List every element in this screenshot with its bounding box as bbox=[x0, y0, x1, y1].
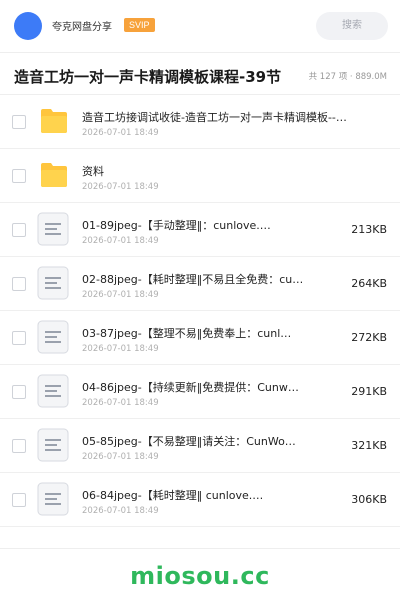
select-checkbox[interactable] bbox=[12, 277, 26, 291]
item-name: 04-86jpeg-【持续更新‖免费提供：Cunw… bbox=[82, 381, 299, 394]
item-size: 291KB bbox=[351, 385, 387, 398]
item-size: 264KB bbox=[351, 277, 387, 290]
list-item[interactable]: 资料 2026-07-01 18:49 bbox=[0, 149, 400, 203]
list-item[interactable]: 04-86jpeg-【持续更新‖免费提供：Cunw… 2026-07-01 18… bbox=[0, 365, 400, 419]
header: 夸克网盘分享 SVIP 搜索 bbox=[0, 0, 400, 52]
item-name: 02-88jpeg-【耗时整理‖不易且全免费：cu… bbox=[82, 273, 304, 286]
item-name: 01-89jpeg-【手动整理‖：cunlove.… bbox=[82, 219, 271, 232]
list-item[interactable]: 造音工坊接调试收徒-造音工坊一对一声卡精调模板--… 2026-07-01 18… bbox=[0, 95, 400, 149]
document-icon bbox=[37, 428, 69, 462]
list-item[interactable]: 02-88jpeg-【耗时整理‖不易且全免费：cu… 2026-07-01 18… bbox=[0, 257, 400, 311]
item-date: 2026-07-01 18:49 bbox=[82, 344, 159, 354]
item-name: 造音工坊接调试收徒-造音工坊一对一声卡精调模板--… bbox=[82, 111, 347, 124]
list-item[interactable]: 01-89jpeg-【手动整理‖：cunlove.… 2026-07-01 18… bbox=[0, 203, 400, 257]
item-size: 321KB bbox=[351, 439, 387, 452]
item-date: 2026-07-01 18:49 bbox=[82, 398, 159, 408]
list-item[interactable]: 05-85jpeg-【不易整理‖请关注：CunWo… 2026-07-01 18… bbox=[0, 419, 400, 473]
file-list: 造音工坊接调试收徒-造音工坊一对一声卡精调模板--… 2026-07-01 18… bbox=[0, 95, 400, 527]
item-name: 05-85jpeg-【不易整理‖请关注：CunWo… bbox=[82, 435, 296, 448]
document-icon bbox=[37, 320, 69, 354]
list-item[interactable]: 03-87jpeg-【整理不易‖免费奉上：cunl… 2026-07-01 18… bbox=[0, 311, 400, 365]
title-bar: 造音工坊一对一声卡精调模板课程-39节 共 127 项 · 889.0M bbox=[0, 60, 400, 94]
select-checkbox[interactable] bbox=[12, 493, 26, 507]
search-button[interactable]: 搜索 bbox=[316, 12, 388, 40]
item-date: 2026-07-01 18:49 bbox=[82, 128, 159, 138]
page-title: 造音工坊一对一声卡精调模板课程-39节 bbox=[14, 68, 282, 86]
header-divider bbox=[0, 52, 400, 53]
item-size: 272KB bbox=[351, 331, 387, 344]
item-date: 2026-07-01 18:49 bbox=[82, 506, 159, 516]
item-date: 2026-07-01 18:49 bbox=[82, 290, 159, 300]
footer-divider bbox=[0, 548, 400, 549]
select-checkbox[interactable] bbox=[12, 223, 26, 237]
document-icon bbox=[37, 212, 69, 246]
share-name: 夸克网盘分享 bbox=[52, 22, 112, 33]
select-checkbox[interactable] bbox=[12, 115, 26, 129]
item-count: 共 127 项 · 889.0M bbox=[308, 72, 387, 82]
item-date: 2026-07-01 18:49 bbox=[82, 182, 159, 192]
avatar[interactable] bbox=[14, 12, 42, 40]
item-size: 306KB bbox=[351, 493, 387, 506]
document-icon bbox=[37, 482, 69, 516]
select-checkbox[interactable] bbox=[12, 439, 26, 453]
select-checkbox[interactable] bbox=[12, 385, 26, 399]
select-checkbox[interactable] bbox=[12, 331, 26, 345]
folder-icon bbox=[41, 109, 67, 133]
svip-badge: SVIP bbox=[124, 18, 155, 32]
document-icon bbox=[37, 374, 69, 408]
list-item[interactable]: 06-84jpeg-【耗时整理‖ cunlove.… 2026-07-01 18… bbox=[0, 473, 400, 527]
select-checkbox[interactable] bbox=[12, 169, 26, 183]
item-size: 213KB bbox=[351, 223, 387, 236]
watermark: miosou.cc bbox=[130, 562, 270, 590]
item-name: 03-87jpeg-【整理不易‖免费奉上：cunl… bbox=[82, 327, 292, 340]
item-name: 06-84jpeg-【耗时整理‖ cunlove.… bbox=[82, 489, 264, 502]
item-date: 2026-07-01 18:49 bbox=[82, 236, 159, 246]
document-icon bbox=[37, 266, 69, 300]
folder-icon bbox=[41, 163, 67, 187]
item-name: 资料 bbox=[82, 165, 104, 178]
item-date: 2026-07-01 18:49 bbox=[82, 452, 159, 462]
